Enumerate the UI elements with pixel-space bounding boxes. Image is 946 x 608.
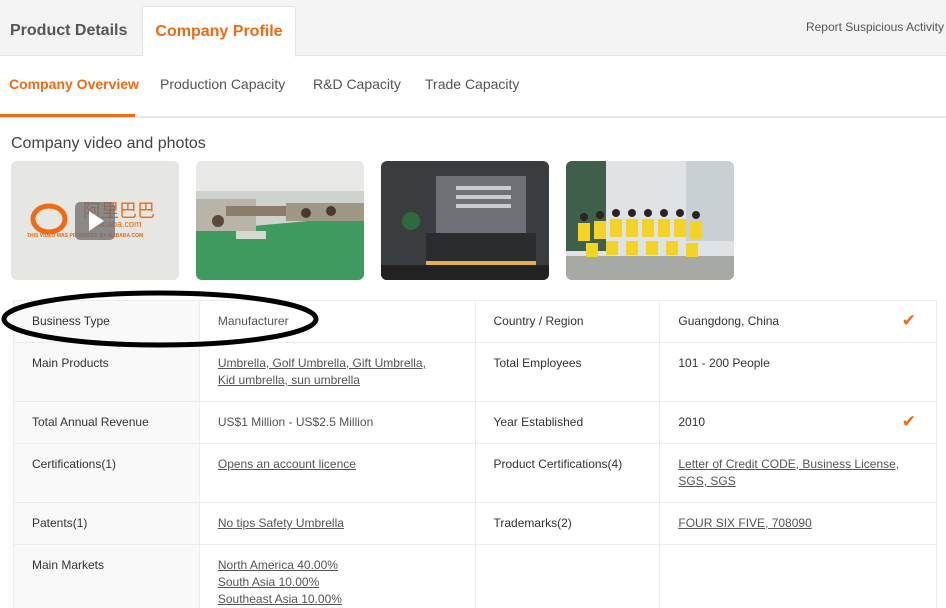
tab-product-details[interactable]: Product Details xyxy=(0,6,138,56)
info-value-link[interactable]: FOUR SIX FIVE, 708090 xyxy=(678,516,811,530)
info-value-link[interactable]: North America 40.00% xyxy=(218,558,338,572)
info-value-text: 2010 xyxy=(678,415,706,429)
info-value: 101 - 200 People xyxy=(659,342,937,402)
company-video-thumbnail[interactable]: 阿里巴巴 alibaba.com THIS VIDEO WAS PRODUCED… xyxy=(11,161,179,280)
info-label: Trademarks(2) xyxy=(474,502,661,545)
info-value-link[interactable]: Kid umbrella, sun umbrella xyxy=(218,373,360,387)
info-value: Letter of Credit CODE, Business License,… xyxy=(659,443,937,503)
team-photo[interactable] xyxy=(566,161,734,280)
info-row: Total Annual Revenue US$1 Million - US$2.… xyxy=(13,401,937,444)
info-label: Patents(1) xyxy=(13,502,200,545)
info-label-text: Main Products xyxy=(32,356,109,370)
info-value: No tips Safety Umbrella xyxy=(198,502,476,545)
info-label-text: Product Certifications(4) xyxy=(493,457,623,471)
tab-company-profile[interactable]: Company Profile xyxy=(142,6,296,57)
video-thumbnail-graphic: 阿里巴巴 alibaba.com THIS VIDEO WAS PRODUCED… xyxy=(11,161,179,280)
info-value-link[interactable]: Opens an account licence xyxy=(218,457,356,471)
info-label-text: Year Established xyxy=(493,415,584,429)
info-label xyxy=(474,544,661,608)
info-label-text: Main Markets xyxy=(32,558,105,572)
info-label: Certifications(1) xyxy=(13,443,200,503)
info-value xyxy=(659,544,937,608)
info-value: 2010 ✔ xyxy=(659,401,937,444)
info-label-text: Certifications(1) xyxy=(32,457,117,471)
info-value-link[interactable]: South Asia 10.00% xyxy=(218,575,319,589)
info-value: US$1 Million - US$2.5 Million xyxy=(198,401,476,444)
tab-rd-capacity[interactable]: R&D Capacity xyxy=(313,76,401,92)
reception-photo[interactable] xyxy=(381,161,549,280)
reception-graphic xyxy=(381,161,549,280)
sub-tab-bar: Company Overview Production Capacity R&D… xyxy=(0,56,946,118)
info-label-text: Total Employees xyxy=(493,356,582,370)
info-label-text: Trademarks(2) xyxy=(493,516,572,530)
report-suspicious-activity-link[interactable]: Report Suspicious Activity xyxy=(806,20,944,34)
info-row: Main Markets North America 40.00% South As… xyxy=(13,544,937,608)
info-value-link[interactable]: No tips Safety Umbrella xyxy=(218,516,344,530)
tab-trade-capacity[interactable]: Trade Capacity xyxy=(425,76,519,92)
info-value: Opens an account licence xyxy=(198,443,476,503)
info-label: Main Markets xyxy=(13,544,200,608)
verified-check-icon: ✔ xyxy=(901,412,916,431)
info-label: Total Annual Revenue xyxy=(13,401,200,444)
info-label-text: Total Annual Revenue xyxy=(32,415,149,429)
info-value: Guangdong, China ✔ xyxy=(659,300,937,343)
info-value-link[interactable]: Southeast Asia 10.00% xyxy=(218,592,342,606)
info-value-link[interactable]: Umbrella, Golf Umbrella, Gift Umbrella, xyxy=(218,356,426,370)
info-value-link[interactable]: SGS, SGS xyxy=(678,474,735,488)
tab-company-overview[interactable]: Company Overview xyxy=(9,76,139,92)
team-graphic xyxy=(566,161,734,280)
factory-floor-graphic xyxy=(196,161,364,280)
info-value-text: 101 - 200 People xyxy=(678,356,770,370)
info-value-text: US$1 Million - US$2.5 Million xyxy=(217,415,374,429)
media-section-title: Company video and photos xyxy=(11,135,206,152)
info-row: Certifications(1) Opens an account licenc… xyxy=(13,443,937,503)
info-label: Year Established xyxy=(474,401,661,444)
info-value-link[interactable]: Letter of Credit CODE, Business License, xyxy=(678,457,899,471)
info-value-text: Guangdong, China xyxy=(678,314,780,328)
info-label: Total Employees xyxy=(474,342,661,402)
active-tab-indicator xyxy=(0,114,135,117)
info-label-text: Patents(1) xyxy=(32,516,88,530)
info-value: North America 40.00% South Asia 10.00% Sou… xyxy=(198,544,476,608)
info-label-text: Country / Region xyxy=(493,314,584,328)
top-tab-bar: Product Details Company Profile Report S… xyxy=(0,0,946,57)
info-label: Product Certifications(4) xyxy=(474,443,661,503)
info-row: Patents(1) No tips Safety Umbrella Tradema… xyxy=(13,502,937,545)
tab-production-capacity[interactable]: Production Capacity xyxy=(160,76,285,92)
factory-floor-photo[interactable] xyxy=(196,161,364,280)
highlight-ellipse xyxy=(1,290,319,348)
info-label: Country / Region xyxy=(474,300,661,343)
info-value: FOUR SIX FIVE, 708090 xyxy=(659,502,937,545)
verified-check-icon: ✔ xyxy=(901,311,916,330)
